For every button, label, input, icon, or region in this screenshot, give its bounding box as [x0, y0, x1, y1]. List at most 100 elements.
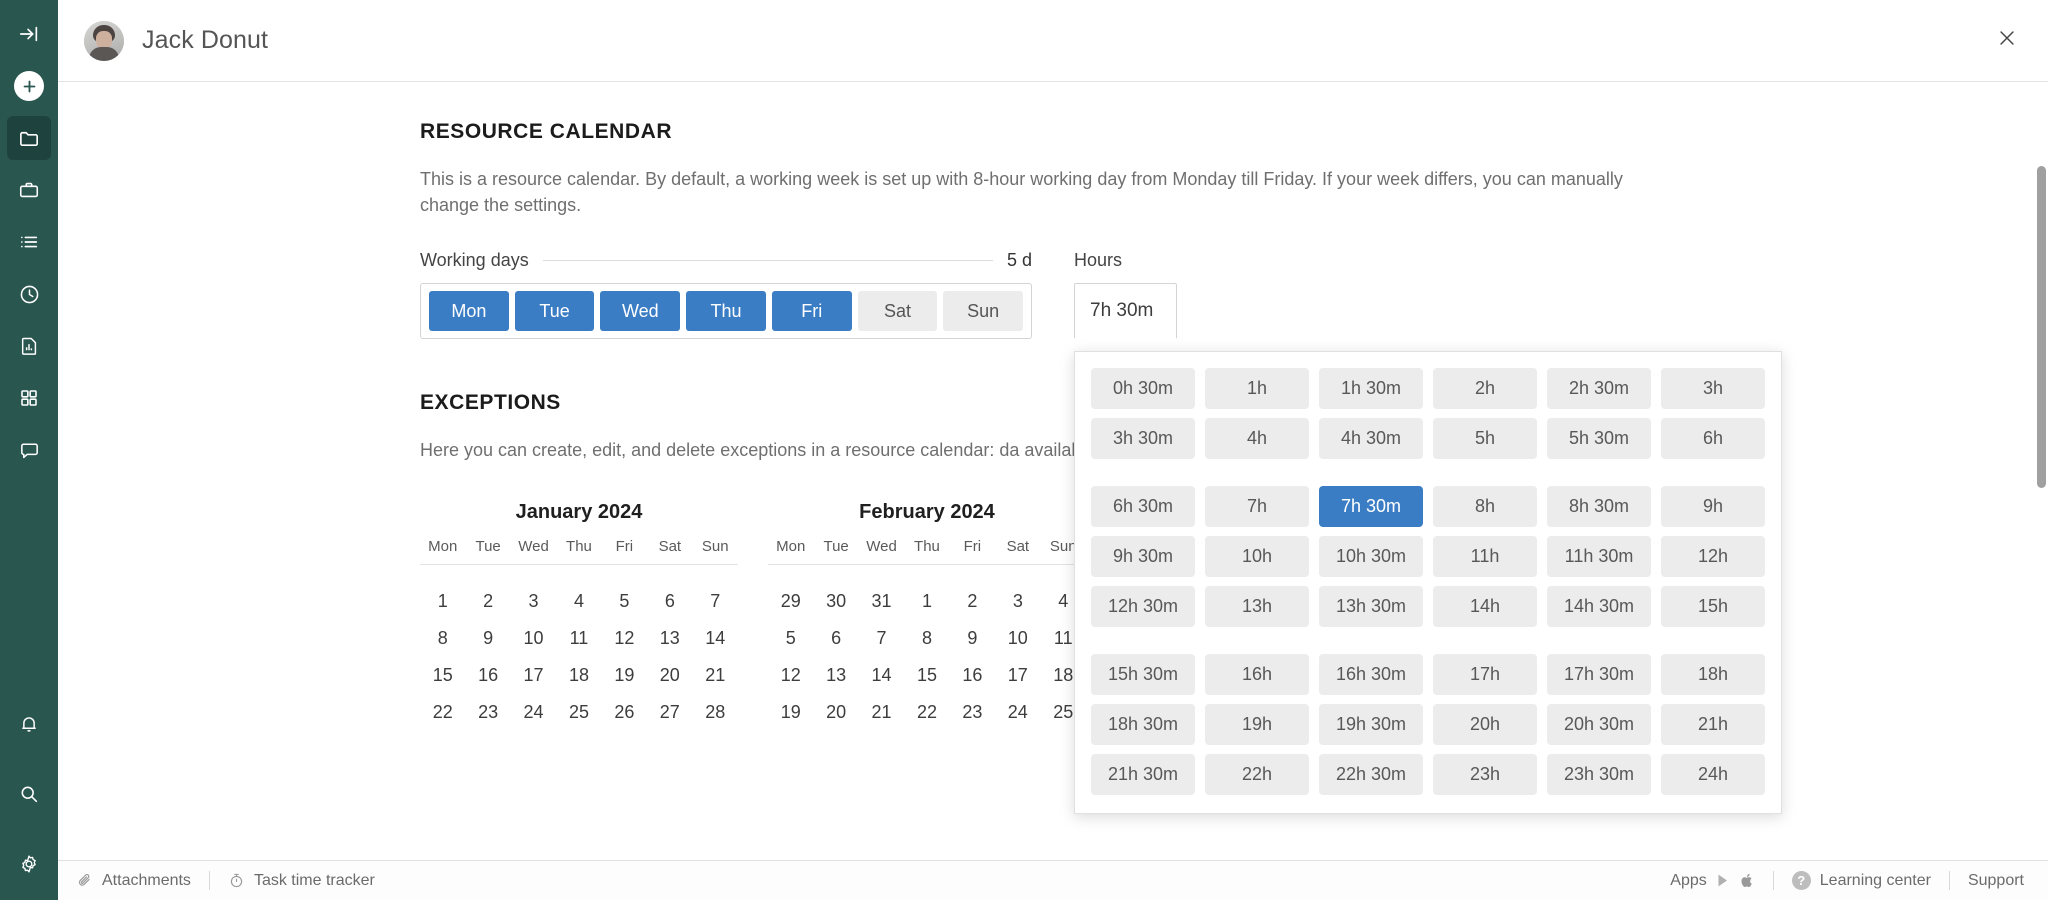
apple-icon[interactable] [1740, 872, 1755, 889]
calendar-day-cell[interactable]: 2 [465, 583, 510, 620]
hours-option[interactable]: 15h [1661, 586, 1765, 628]
hours-option[interactable]: 11h 30m [1547, 536, 1651, 578]
hours-option[interactable]: 1h 30m [1319, 368, 1423, 410]
hours-option[interactable]: 2h [1433, 368, 1537, 410]
calendar-day-cell[interactable]: 14 [859, 657, 904, 694]
hours-input[interactable]: 7h 30m [1074, 283, 1177, 340]
calendar-day-cell[interactable]: 21 [859, 694, 904, 731]
learning-center-button[interactable]: ? Learning center [1791, 871, 1931, 890]
hours-option[interactable]: 3h 30m [1091, 418, 1195, 460]
calendar-day-cell[interactable]: 12 [602, 620, 647, 657]
calendar-day-cell[interactable]: 14 [693, 620, 738, 657]
hours-option[interactable]: 1h [1205, 368, 1309, 410]
day-button-tue[interactable]: Tue [514, 291, 595, 332]
calendar-day-cell[interactable]: 9 [950, 620, 995, 657]
calendar-day-cell[interactable]: 9 [465, 620, 510, 657]
calendar-day-cell[interactable]: 3 [995, 583, 1040, 620]
calendar-day-cell[interactable]: 4 [556, 583, 601, 620]
task-time-tracker-button[interactable]: Task time tracker [228, 872, 375, 890]
hours-option[interactable]: 14h [1433, 586, 1537, 628]
calendar-day-cell[interactable]: 19 [768, 694, 813, 731]
calendar-day-cell[interactable]: 23 [465, 694, 510, 731]
hours-option[interactable]: 22h [1205, 754, 1309, 796]
hours-option[interactable]: 12h [1661, 536, 1765, 578]
calendar-day-cell[interactable]: 11 [556, 620, 601, 657]
hours-option[interactable]: 23h 30m [1547, 754, 1651, 796]
hours-option[interactable]: 7h [1205, 486, 1309, 528]
calendar-day-cell[interactable]: 22 [904, 694, 949, 731]
calendar-day-cell[interactable]: 6 [647, 583, 692, 620]
calendar-day-cell[interactable]: 15 [904, 657, 949, 694]
calendar-day-cell[interactable]: 24 [511, 694, 556, 731]
calendar-day-cell[interactable]: 13 [813, 657, 858, 694]
hours-option[interactable]: 4h 30m [1319, 418, 1423, 460]
calendar-day-cell[interactable]: 3 [511, 583, 556, 620]
hours-option[interactable]: 13h 30m [1319, 586, 1423, 628]
sidebar-item-tasks-list[interactable] [7, 220, 51, 264]
vertical-scrollbar[interactable] [2037, 166, 2046, 488]
hours-option[interactable]: 22h 30m [1319, 754, 1423, 796]
hours-option[interactable]: 11h [1433, 536, 1537, 578]
hours-option[interactable]: 10h 30m [1319, 536, 1423, 578]
calendar-day-cell[interactable]: 8 [420, 620, 465, 657]
hours-option[interactable]: 13h [1205, 586, 1309, 628]
hours-option[interactable]: 18h [1661, 654, 1765, 696]
hours-option[interactable]: 21h [1661, 704, 1765, 746]
hours-option[interactable]: 14h 30m [1547, 586, 1651, 628]
hours-option[interactable]: 5h 30m [1547, 418, 1651, 460]
sidebar-item-add[interactable] [7, 64, 51, 108]
sidebar-item-messages[interactable] [7, 428, 51, 472]
day-button-thu[interactable]: Thu [686, 291, 766, 332]
calendar-day-cell[interactable]: 6 [813, 620, 858, 657]
day-button-sun[interactable]: Sun [943, 291, 1024, 332]
hours-option[interactable]: 19h 30m [1319, 704, 1423, 746]
sidebar-item-reports[interactable] [7, 324, 51, 368]
hours-option[interactable]: 16h [1205, 654, 1309, 696]
calendar-day-cell[interactable]: 22 [420, 694, 465, 731]
hours-option[interactable]: 5h [1433, 418, 1537, 460]
sidebar-item-collapse-panel[interactable] [7, 12, 51, 56]
hours-option[interactable]: 20h 30m [1547, 704, 1651, 746]
hours-option[interactable]: 23h [1433, 754, 1537, 796]
calendar-day-cell[interactable]: 10 [511, 620, 556, 657]
calendar-day-cell[interactable]: 16 [950, 657, 995, 694]
calendar-day-cell[interactable]: 26 [602, 694, 647, 731]
calendar-day-cell[interactable]: 16 [465, 657, 510, 694]
sidebar-item-portfolio[interactable] [7, 168, 51, 212]
day-button-fri[interactable]: Fri [771, 291, 852, 332]
calendar-day-cell[interactable]: 7 [859, 620, 904, 657]
calendar-day-cell[interactable]: 8 [904, 620, 949, 657]
google-play-icon[interactable] [1716, 873, 1731, 888]
hours-option[interactable]: 9h 30m [1091, 536, 1195, 578]
calendar-day-cell[interactable]: 17 [995, 657, 1040, 694]
hours-option[interactable]: 15h 30m [1091, 654, 1195, 696]
hours-option[interactable]: 18h 30m [1091, 704, 1195, 746]
hours-option[interactable]: 8h 30m [1547, 486, 1651, 528]
hours-option[interactable]: 17h 30m [1547, 654, 1651, 696]
calendar-day-cell[interactable]: 13 [647, 620, 692, 657]
calendar-day-cell[interactable]: 25 [556, 694, 601, 731]
hours-option[interactable]: 21h 30m [1091, 754, 1195, 796]
sidebar-item-notifications[interactable] [7, 702, 51, 746]
support-button[interactable]: Support [1968, 872, 2024, 890]
hours-option[interactable]: 2h 30m [1547, 368, 1651, 410]
calendar-day-cell[interactable]: 15 [420, 657, 465, 694]
sidebar-item-projects[interactable] [7, 116, 51, 160]
hours-option[interactable]: 16h 30m [1319, 654, 1423, 696]
calendar-day-cell[interactable]: 2 [950, 583, 995, 620]
hours-option[interactable]: 19h [1205, 704, 1309, 746]
hours-option[interactable]: 8h [1433, 486, 1537, 528]
hours-option[interactable]: 6h [1661, 418, 1765, 460]
attachments-button[interactable]: Attachments [76, 872, 191, 890]
hours-option[interactable]: 3h [1661, 368, 1765, 410]
hours-option[interactable]: 17h [1433, 654, 1537, 696]
hours-option[interactable]: 6h 30m [1091, 486, 1195, 528]
hours-option[interactable]: 7h 30m [1319, 486, 1423, 528]
calendar-day-cell[interactable]: 29 [768, 583, 813, 620]
hours-option[interactable]: 4h [1205, 418, 1309, 460]
calendar-day-cell[interactable]: 12 [768, 657, 813, 694]
calendar-day-cell[interactable]: 23 [950, 694, 995, 731]
calendar-day-cell[interactable]: 5 [602, 583, 647, 620]
calendar-day-cell[interactable]: 1 [420, 583, 465, 620]
calendar-day-cell[interactable]: 27 [647, 694, 692, 731]
